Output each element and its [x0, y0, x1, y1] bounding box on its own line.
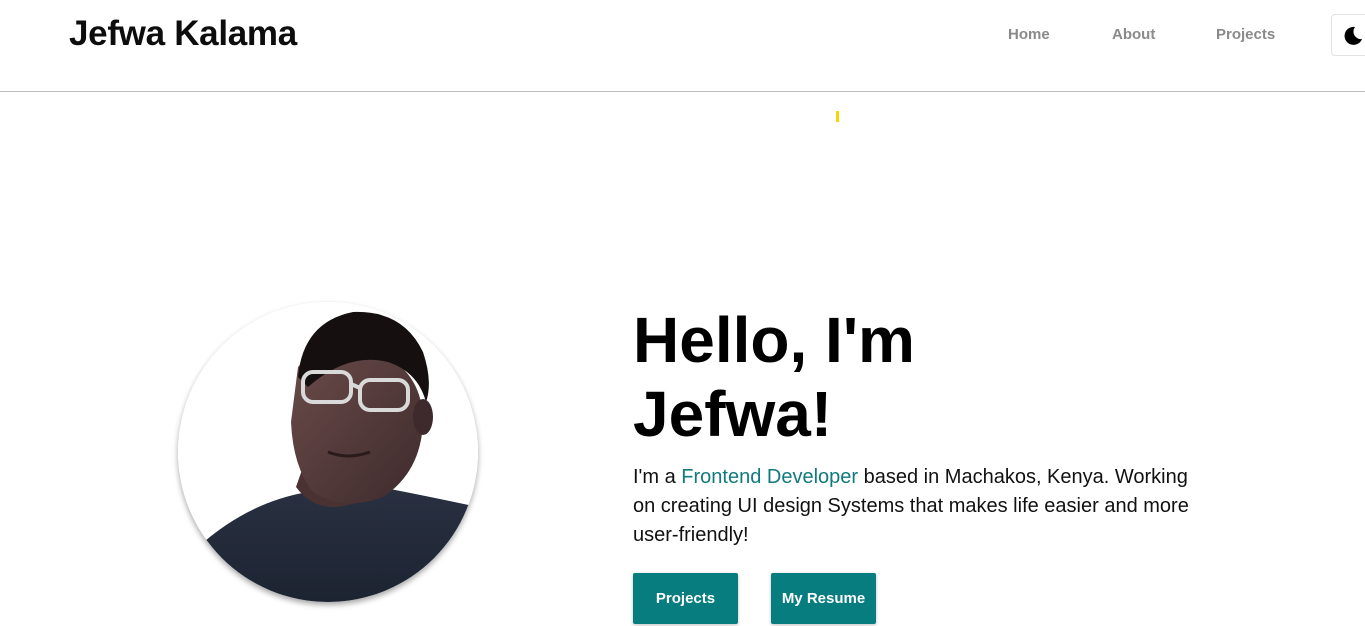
brand-logo[interactable]: Jefwa Kalama [69, 14, 297, 54]
profile-photo [178, 302, 478, 602]
projects-button[interactable]: Projects [633, 573, 738, 624]
hero-description: I'm a Frontend Developer based in Machak… [633, 463, 1203, 550]
hero-heading: Hello, I'm Jefwa! [633, 303, 1053, 451]
site-header: Jefwa Kalama Home About Projects [0, 0, 1365, 92]
hero-heading-line1: Hello, I'm [633, 304, 915, 376]
hero-desc-prefix: I'm a [633, 466, 682, 488]
nav-link-projects[interactable]: Projects [1216, 26, 1275, 43]
nav-link-home[interactable]: Home [1008, 26, 1050, 43]
profile-avatar [178, 302, 478, 602]
nav-link-about[interactable]: About [1112, 26, 1155, 43]
moon-icon [1344, 26, 1362, 45]
resume-button[interactable]: My Resume [771, 573, 876, 624]
decorative-accent-mark [836, 111, 839, 122]
theme-toggle-button[interactable] [1331, 14, 1365, 56]
hero-role-highlight: Frontend Developer [681, 466, 859, 488]
hero-heading-line2: Jefwa! [633, 378, 833, 450]
